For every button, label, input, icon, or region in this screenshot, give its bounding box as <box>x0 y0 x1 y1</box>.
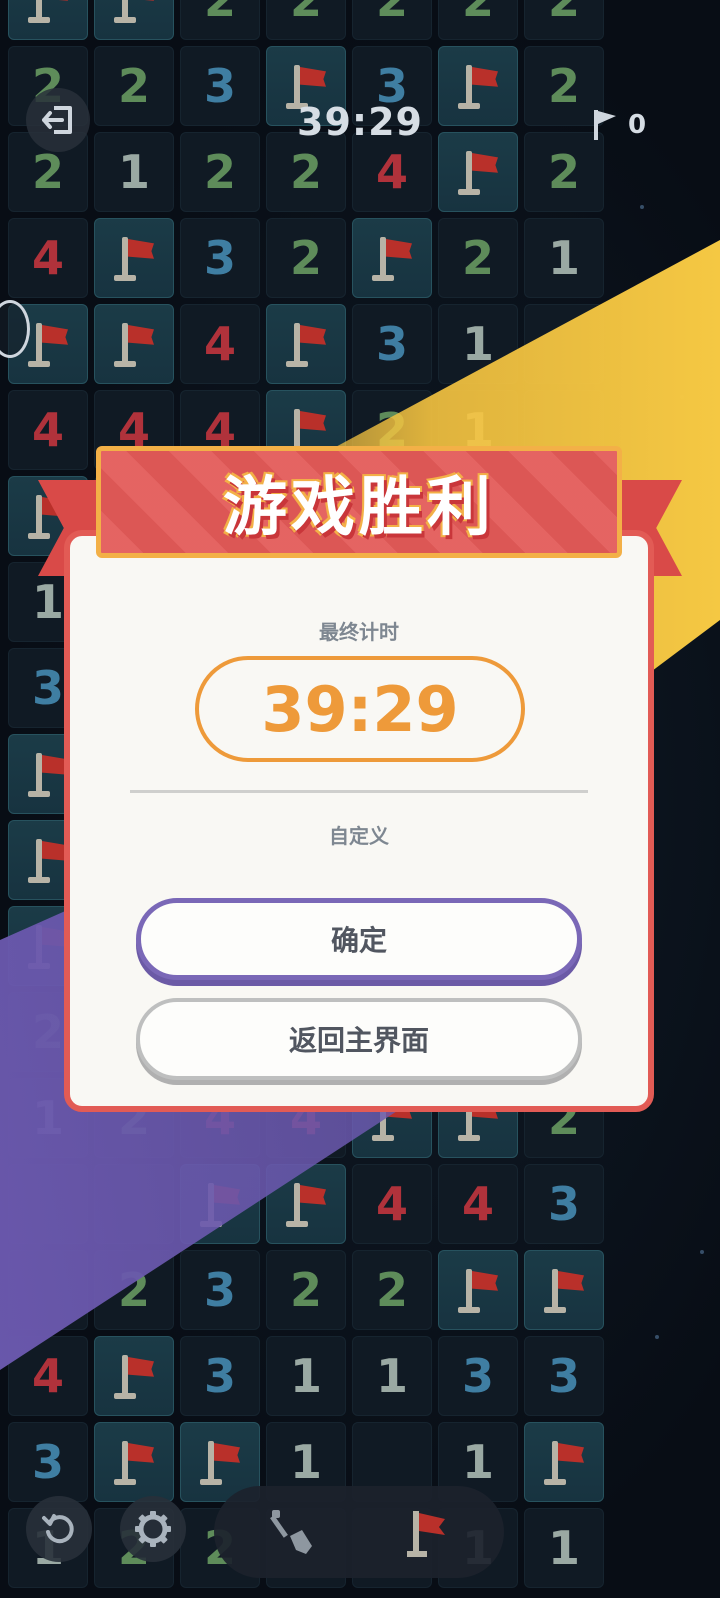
flag-icon <box>112 1351 156 1401</box>
number-cell[interactable]: 3 <box>180 46 260 126</box>
flag-icon <box>542 1265 586 1315</box>
number-cell[interactable]: 3 <box>524 1164 604 1244</box>
restart-icon <box>42 1514 74 1544</box>
flag-icon <box>456 1265 500 1315</box>
number-cell[interactable]: 4 <box>8 218 88 298</box>
number-cell[interactable]: 3 <box>180 1336 260 1416</box>
final-time-label: 最终计时 <box>319 620 399 644</box>
flag-icon <box>112 0 156 25</box>
flagged-cell[interactable] <box>524 1250 604 1330</box>
dialog-title: 游戏胜利 <box>223 471 495 545</box>
flag-icon <box>112 1437 156 1487</box>
number-cell[interactable]: 2 <box>266 1250 346 1330</box>
number-cell[interactable]: 4 <box>352 1164 432 1244</box>
exit-icon <box>42 106 72 134</box>
flag-icon <box>26 0 70 25</box>
flag-icon <box>456 147 500 197</box>
flagged-cell[interactable] <box>94 0 174 40</box>
flagged-cell[interactable] <box>352 218 432 298</box>
flag-icon <box>112 233 156 283</box>
number-cell[interactable]: 4 <box>352 132 432 212</box>
number-cell[interactable]: 2 <box>524 132 604 212</box>
flag-icon <box>112 319 156 369</box>
shovel-tool-button[interactable] <box>258 1498 328 1568</box>
number-cell[interactable]: 4 <box>180 304 260 384</box>
flag-icon <box>26 319 70 369</box>
number-cell[interactable]: 1 <box>266 1336 346 1416</box>
flag-tool-button[interactable] <box>394 1498 464 1568</box>
number-cell[interactable]: 2 <box>438 218 518 298</box>
shovel-icon <box>270 1510 312 1554</box>
game-timer: 39:29 <box>297 100 423 144</box>
flag-icon <box>456 61 500 111</box>
title-ribbon: 游戏胜利 <box>96 446 622 558</box>
confirm-button[interactable]: 确定 <box>136 898 582 980</box>
flagged-cell[interactable] <box>94 304 174 384</box>
flagged-cell[interactable] <box>8 0 88 40</box>
flag-icon <box>284 1179 328 1229</box>
number-cell[interactable]: 2 <box>266 218 346 298</box>
flagged-cell[interactable] <box>524 1422 604 1502</box>
number-cell[interactable]: 3 <box>180 218 260 298</box>
divider <box>130 790 588 793</box>
number-cell[interactable]: 4 <box>8 390 88 470</box>
flag-icon <box>198 1437 242 1487</box>
flagged-cell[interactable] <box>94 1336 174 1416</box>
flag-icon <box>370 233 414 283</box>
flagged-cell[interactable] <box>438 132 518 212</box>
restart-button[interactable] <box>26 1496 92 1562</box>
exit-button[interactable] <box>26 88 90 152</box>
number-cell[interactable]: 3 <box>180 1250 260 1330</box>
return-home-button[interactable]: 返回主界面 <box>136 998 582 1080</box>
flag-icon <box>594 110 616 140</box>
game-mode-label: 自定义 <box>329 824 389 848</box>
flag-counter: 0 <box>592 108 646 142</box>
tool-selector <box>214 1486 504 1578</box>
number-cell[interactable]: 2 <box>180 132 260 212</box>
flag-icon <box>407 1511 445 1557</box>
flag-icon <box>284 319 328 369</box>
flag-count: 0 <box>628 110 647 140</box>
victory-dialog: 最终计时 39:29 自定义 确定 返回主界面 <box>64 530 654 1112</box>
number-cell[interactable]: 4 <box>438 1164 518 1244</box>
number-cell[interactable]: 3 <box>438 1336 518 1416</box>
gear-icon <box>135 1511 171 1547</box>
number-cell[interactable]: 3 <box>8 1422 88 1502</box>
number-cell[interactable]: 2 <box>266 0 346 40</box>
final-time-display: 39:29 <box>195 656 525 762</box>
settings-button[interactable] <box>120 1496 186 1562</box>
number-cell[interactable]: 2 <box>438 0 518 40</box>
number-cell[interactable]: 2 <box>266 132 346 212</box>
number-cell[interactable]: 3 <box>352 304 432 384</box>
number-cell[interactable]: 2 <box>524 0 604 40</box>
number-cell[interactable]: 2 <box>180 0 260 40</box>
number-cell[interactable]: 1 <box>94 132 174 212</box>
flag-icon <box>542 1437 586 1487</box>
flagged-cell[interactable] <box>94 1422 174 1502</box>
number-cell[interactable]: 1 <box>352 1336 432 1416</box>
flagged-cell[interactable] <box>438 1250 518 1330</box>
flagged-cell[interactable] <box>94 218 174 298</box>
flagged-cell[interactable] <box>438 46 518 126</box>
number-cell[interactable]: 1 <box>524 1508 604 1588</box>
number-cell[interactable]: 2 <box>352 1250 432 1330</box>
number-cell[interactable]: 2 <box>94 46 174 126</box>
number-cell[interactable]: 1 <box>524 218 604 298</box>
flagged-cell[interactable] <box>266 304 346 384</box>
number-cell[interactable]: 3 <box>524 1336 604 1416</box>
number-cell[interactable]: 2 <box>352 0 432 40</box>
